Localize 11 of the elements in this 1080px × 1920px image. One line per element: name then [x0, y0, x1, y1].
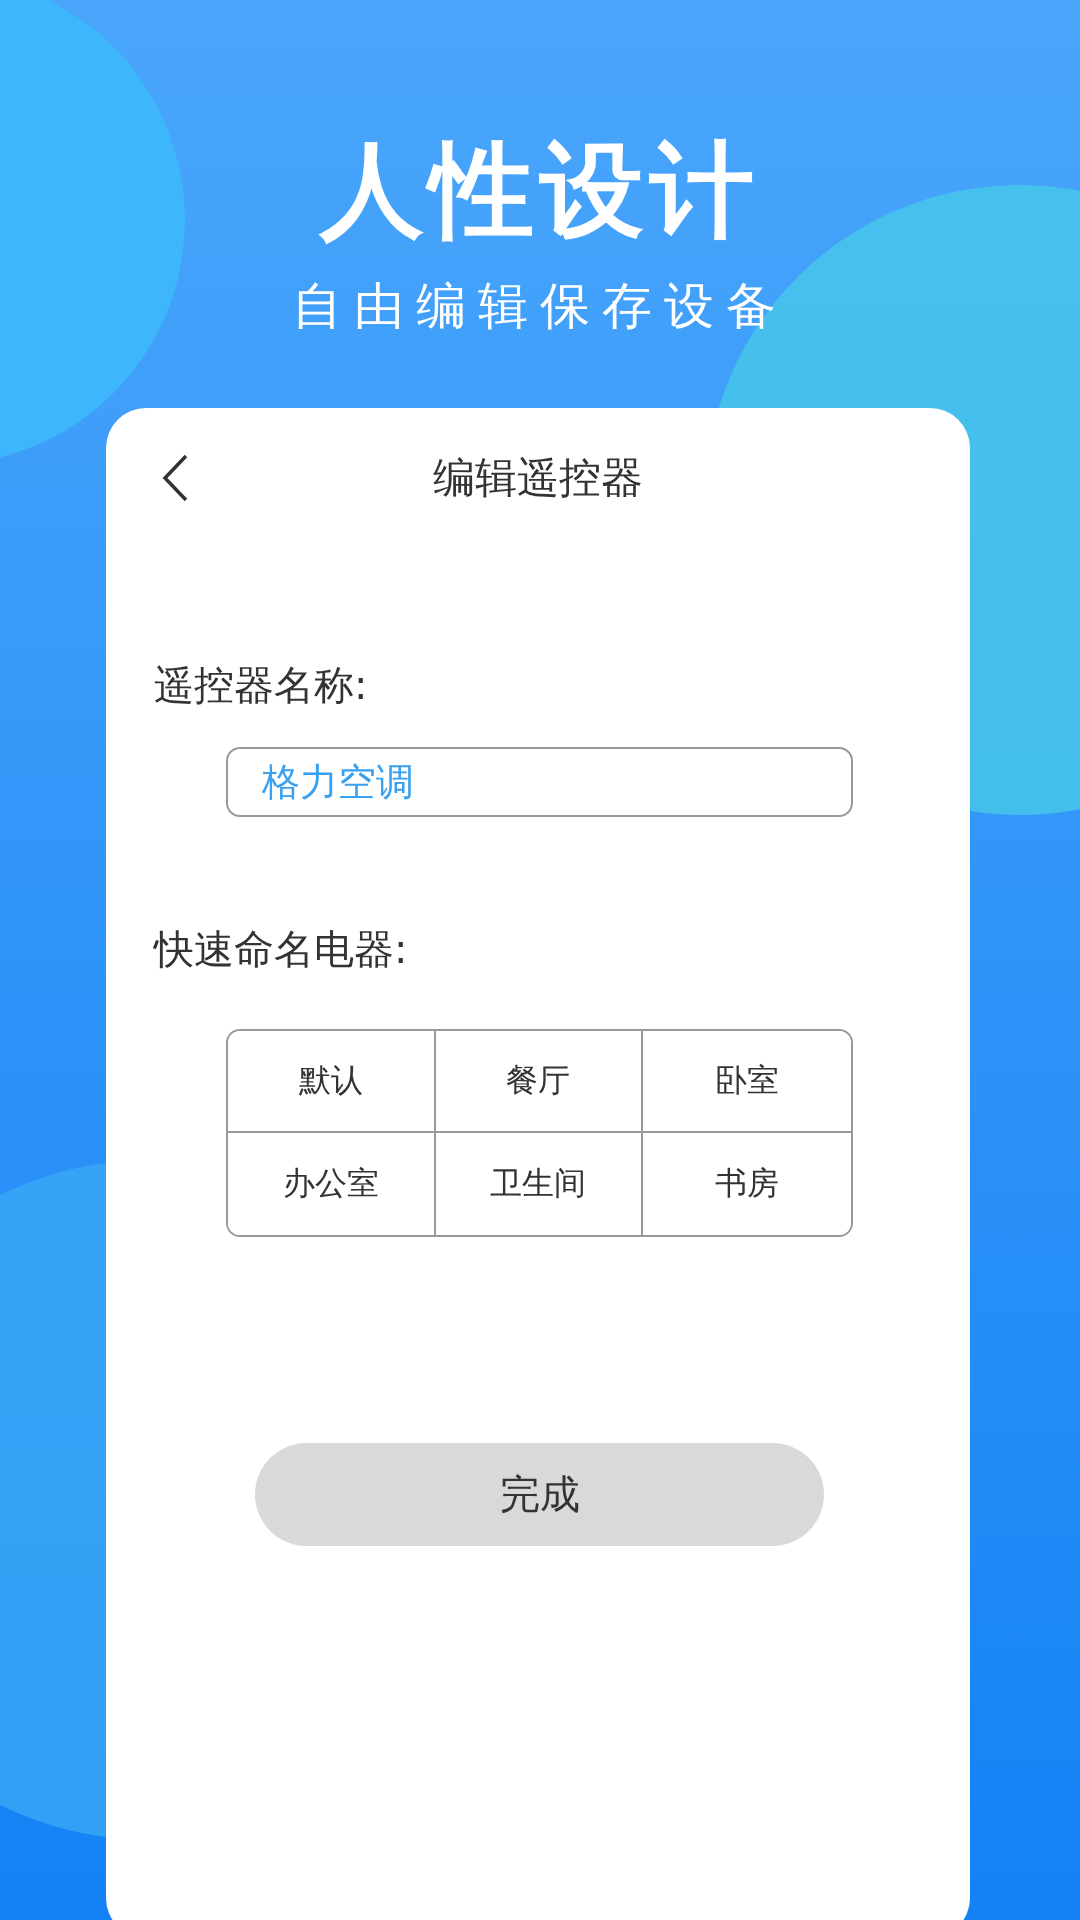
screen-title: 编辑遥控器	[432, 452, 644, 504]
quick-name-option[interactable]: 办公室	[228, 1133, 436, 1235]
quick-name-option[interactable]: 餐厅	[435, 1031, 644, 1133]
section-label: 快速命名电器:	[154, 925, 409, 974]
headline: 人性设计	[320, 128, 760, 252]
quick-name-option[interactable]: 卧室	[643, 1031, 851, 1133]
field-label: 遥控器名称:	[154, 661, 369, 710]
done-button[interactable]: 完成	[255, 1443, 824, 1546]
quick-name-option[interactable]: 默认	[228, 1031, 436, 1133]
back-icon[interactable]	[160, 453, 190, 503]
subheadline: 自由编辑保存设备	[292, 276, 788, 336]
